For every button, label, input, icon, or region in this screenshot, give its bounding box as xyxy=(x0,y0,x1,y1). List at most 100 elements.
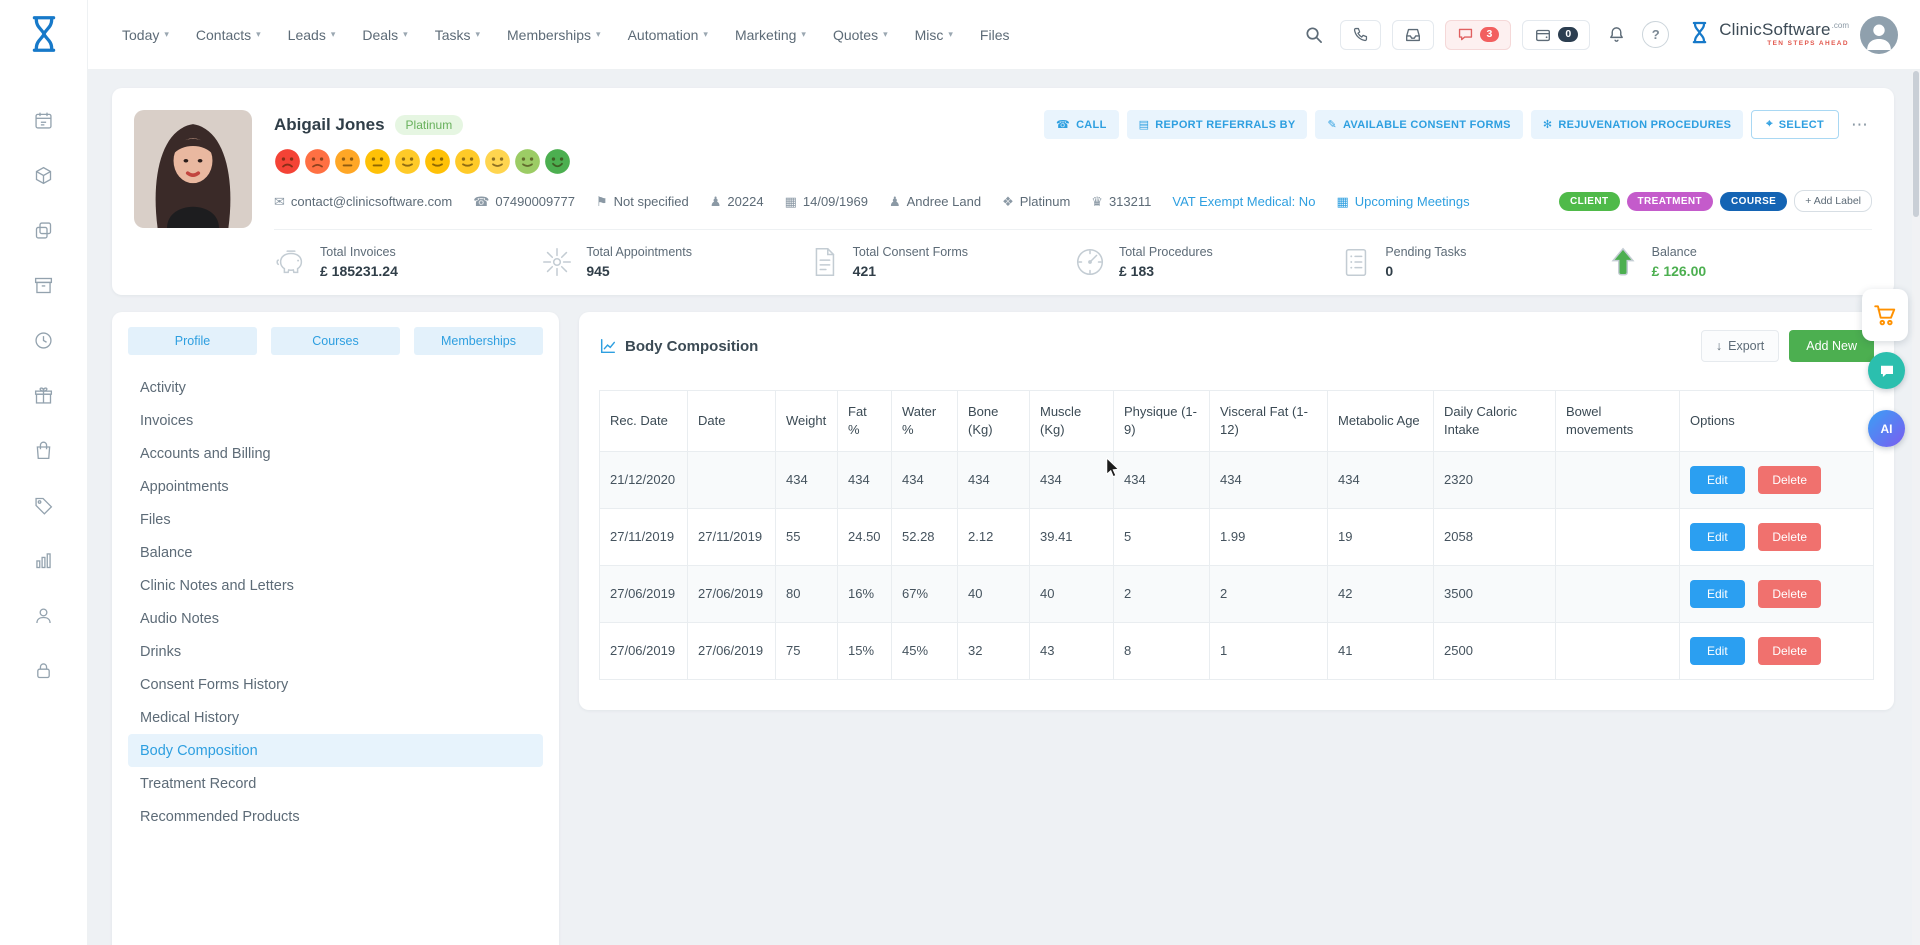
chat-button[interactable]: 3 xyxy=(1445,20,1512,50)
menu-item[interactable]: Activity xyxy=(128,371,543,404)
delete-button[interactable]: Delete xyxy=(1758,523,1821,551)
mood-face-icon[interactable] xyxy=(334,148,361,175)
chart-icon[interactable] xyxy=(24,540,64,580)
export-button[interactable]: ↓Export xyxy=(1701,330,1779,362)
client-info-item[interactable]: ♟ Andree Land xyxy=(889,194,981,209)
stat-label: Total Appointments xyxy=(586,245,692,259)
cart-widget-button[interactable] xyxy=(1862,289,1908,341)
nav-item[interactable]: Memberships ▾ xyxy=(507,27,601,43)
client-info-item[interactable]: VAT Exempt Medical: No xyxy=(1172,194,1315,209)
add-new-button[interactable]: Add New xyxy=(1789,330,1874,362)
panel-tab[interactable]: Memberships xyxy=(414,327,543,355)
edit-button[interactable]: Edit xyxy=(1690,580,1745,608)
nav-item[interactable]: Marketing ▾ xyxy=(735,27,806,43)
menu-item[interactable]: Recommended Products xyxy=(128,800,543,833)
menu-item[interactable]: Body Composition xyxy=(128,734,543,767)
ai-widget-button[interactable]: AI xyxy=(1868,410,1905,447)
table-column-header: Physique (1-9) xyxy=(1114,391,1210,452)
nav-item[interactable]: Contacts ▾ xyxy=(196,27,261,43)
lock-icon[interactable] xyxy=(24,650,64,690)
select-button[interactable]: ⌖SELECT xyxy=(1751,110,1839,139)
stat-total-consent-forms: Total Consent Forms 421 xyxy=(807,245,1073,279)
cube-icon[interactable] xyxy=(24,155,64,195)
nav-item[interactable]: Today ▾ xyxy=(122,27,169,43)
nav-item[interactable]: Automation ▾ xyxy=(628,27,708,43)
menu-item[interactable]: Consent Forms History xyxy=(128,668,543,701)
nav-item-label: Automation xyxy=(628,27,699,43)
edit-button[interactable]: Edit xyxy=(1690,637,1745,665)
mood-face-icon[interactable] xyxy=(544,148,571,175)
app-logo-icon[interactable] xyxy=(18,8,70,60)
delete-button[interactable]: Delete xyxy=(1758,466,1821,494)
client-label-badges: CLIENT TREATMENT COURSE + Add Label xyxy=(1559,190,1872,212)
chat-widget-button[interactable] xyxy=(1868,352,1905,389)
nav-item[interactable]: Leads ▾ xyxy=(288,27,336,43)
mood-face-icon[interactable] xyxy=(484,148,511,175)
call-button[interactable]: ☎CALL xyxy=(1044,110,1119,139)
mood-face-icon[interactable] xyxy=(514,148,541,175)
help-icon[interactable]: ? xyxy=(1642,21,1669,48)
delete-button[interactable]: Delete xyxy=(1758,580,1821,608)
checklist-icon xyxy=(1339,245,1373,279)
search-icon[interactable] xyxy=(1299,20,1329,50)
brand-logo[interactable]: ClinicSoftware.com TEN STEPS AHEAD xyxy=(1686,19,1849,51)
mood-face-icon[interactable] xyxy=(364,148,391,175)
edit-button[interactable]: Edit xyxy=(1690,466,1745,494)
panel-tab[interactable]: Profile xyxy=(128,327,257,355)
nav-item[interactable]: Quotes ▾ xyxy=(833,27,888,43)
archive-icon[interactable] xyxy=(24,265,64,305)
panel-tab[interactable]: Courses xyxy=(271,327,400,355)
mood-face-icon[interactable] xyxy=(394,148,421,175)
inbox-button[interactable] xyxy=(1392,20,1434,50)
payments-button[interactable]: 0 xyxy=(1522,20,1590,50)
client-info-item[interactable]: ☎ 07490009777 xyxy=(473,194,575,209)
nav-item[interactable]: Files xyxy=(980,27,1010,43)
calendar-icon[interactable] xyxy=(24,100,64,140)
chevron-down-icon: ▾ xyxy=(948,30,953,39)
copy-icon[interactable] xyxy=(24,210,64,250)
gift-icon[interactable] xyxy=(24,375,64,415)
mood-face-icon[interactable] xyxy=(424,148,451,175)
client-info-item[interactable]: ❖ Platinum xyxy=(1002,194,1070,209)
tag-icon[interactable] xyxy=(24,485,64,525)
menu-item[interactable]: Drinks xyxy=(128,635,543,668)
menu-item[interactable]: Medical History xyxy=(128,701,543,734)
table-cell: 434 xyxy=(1114,452,1210,509)
client-photo[interactable] xyxy=(134,110,252,228)
phone-button[interactable] xyxy=(1340,20,1381,50)
add-label-button[interactable]: + Add Label xyxy=(1794,190,1872,212)
report-referrals-button[interactable]: ▤REPORT REFERRALS BY xyxy=(1127,110,1308,139)
more-options-button[interactable]: ⋯ xyxy=(1847,115,1872,135)
history-icon[interactable] xyxy=(24,320,64,360)
delete-button[interactable]: Delete xyxy=(1758,637,1821,665)
client-info-item[interactable]: ▦ 14/09/1969 xyxy=(785,194,868,209)
menu-item[interactable]: Invoices xyxy=(128,404,543,437)
rejuvenation-button[interactable]: ✻REJUVENATION PROCEDURES xyxy=(1531,110,1743,139)
mood-face-icon[interactable] xyxy=(454,148,481,175)
user-avatar[interactable] xyxy=(1860,16,1898,54)
nav-item[interactable]: Tasks ▾ xyxy=(435,27,480,43)
consent-forms-button[interactable]: ✎AVAILABLE CONSENT FORMS xyxy=(1315,110,1522,139)
bell-icon[interactable] xyxy=(1601,20,1631,50)
menu-item[interactable]: Appointments xyxy=(128,470,543,503)
support-icon[interactable] xyxy=(24,595,64,635)
mood-face-icon[interactable] xyxy=(304,148,331,175)
menu-item[interactable]: Accounts and Billing xyxy=(128,437,543,470)
nav-item[interactable]: Misc ▾ xyxy=(915,27,953,43)
client-info-item[interactable]: ⚑ Not specified xyxy=(596,194,689,209)
mood-face-icon[interactable] xyxy=(274,148,301,175)
menu-item[interactable]: Audio Notes xyxy=(128,602,543,635)
nav-item[interactable]: Deals ▾ xyxy=(362,27,407,43)
body-composition-header: Body Composition ↓Export Add New xyxy=(599,330,1874,362)
edit-button[interactable]: Edit xyxy=(1690,523,1745,551)
client-info-item[interactable]: ▦ Upcoming Meetings xyxy=(1336,194,1469,209)
menu-item[interactable]: Files xyxy=(128,503,543,536)
client-info-item[interactable]: ♛ 313211 xyxy=(1091,194,1151,209)
menu-item[interactable]: Treatment Record xyxy=(128,767,543,800)
scrollbar-thumb[interactable] xyxy=(1913,71,1919,217)
shopping-bag-icon[interactable] xyxy=(24,430,64,470)
menu-item[interactable]: Balance xyxy=(128,536,543,569)
client-info-item[interactable]: ♟ 20224 xyxy=(710,194,764,209)
client-info-item[interactable]: ✉ contact@clinicsoftware.com xyxy=(274,194,452,209)
menu-item[interactable]: Clinic Notes and Letters xyxy=(128,569,543,602)
